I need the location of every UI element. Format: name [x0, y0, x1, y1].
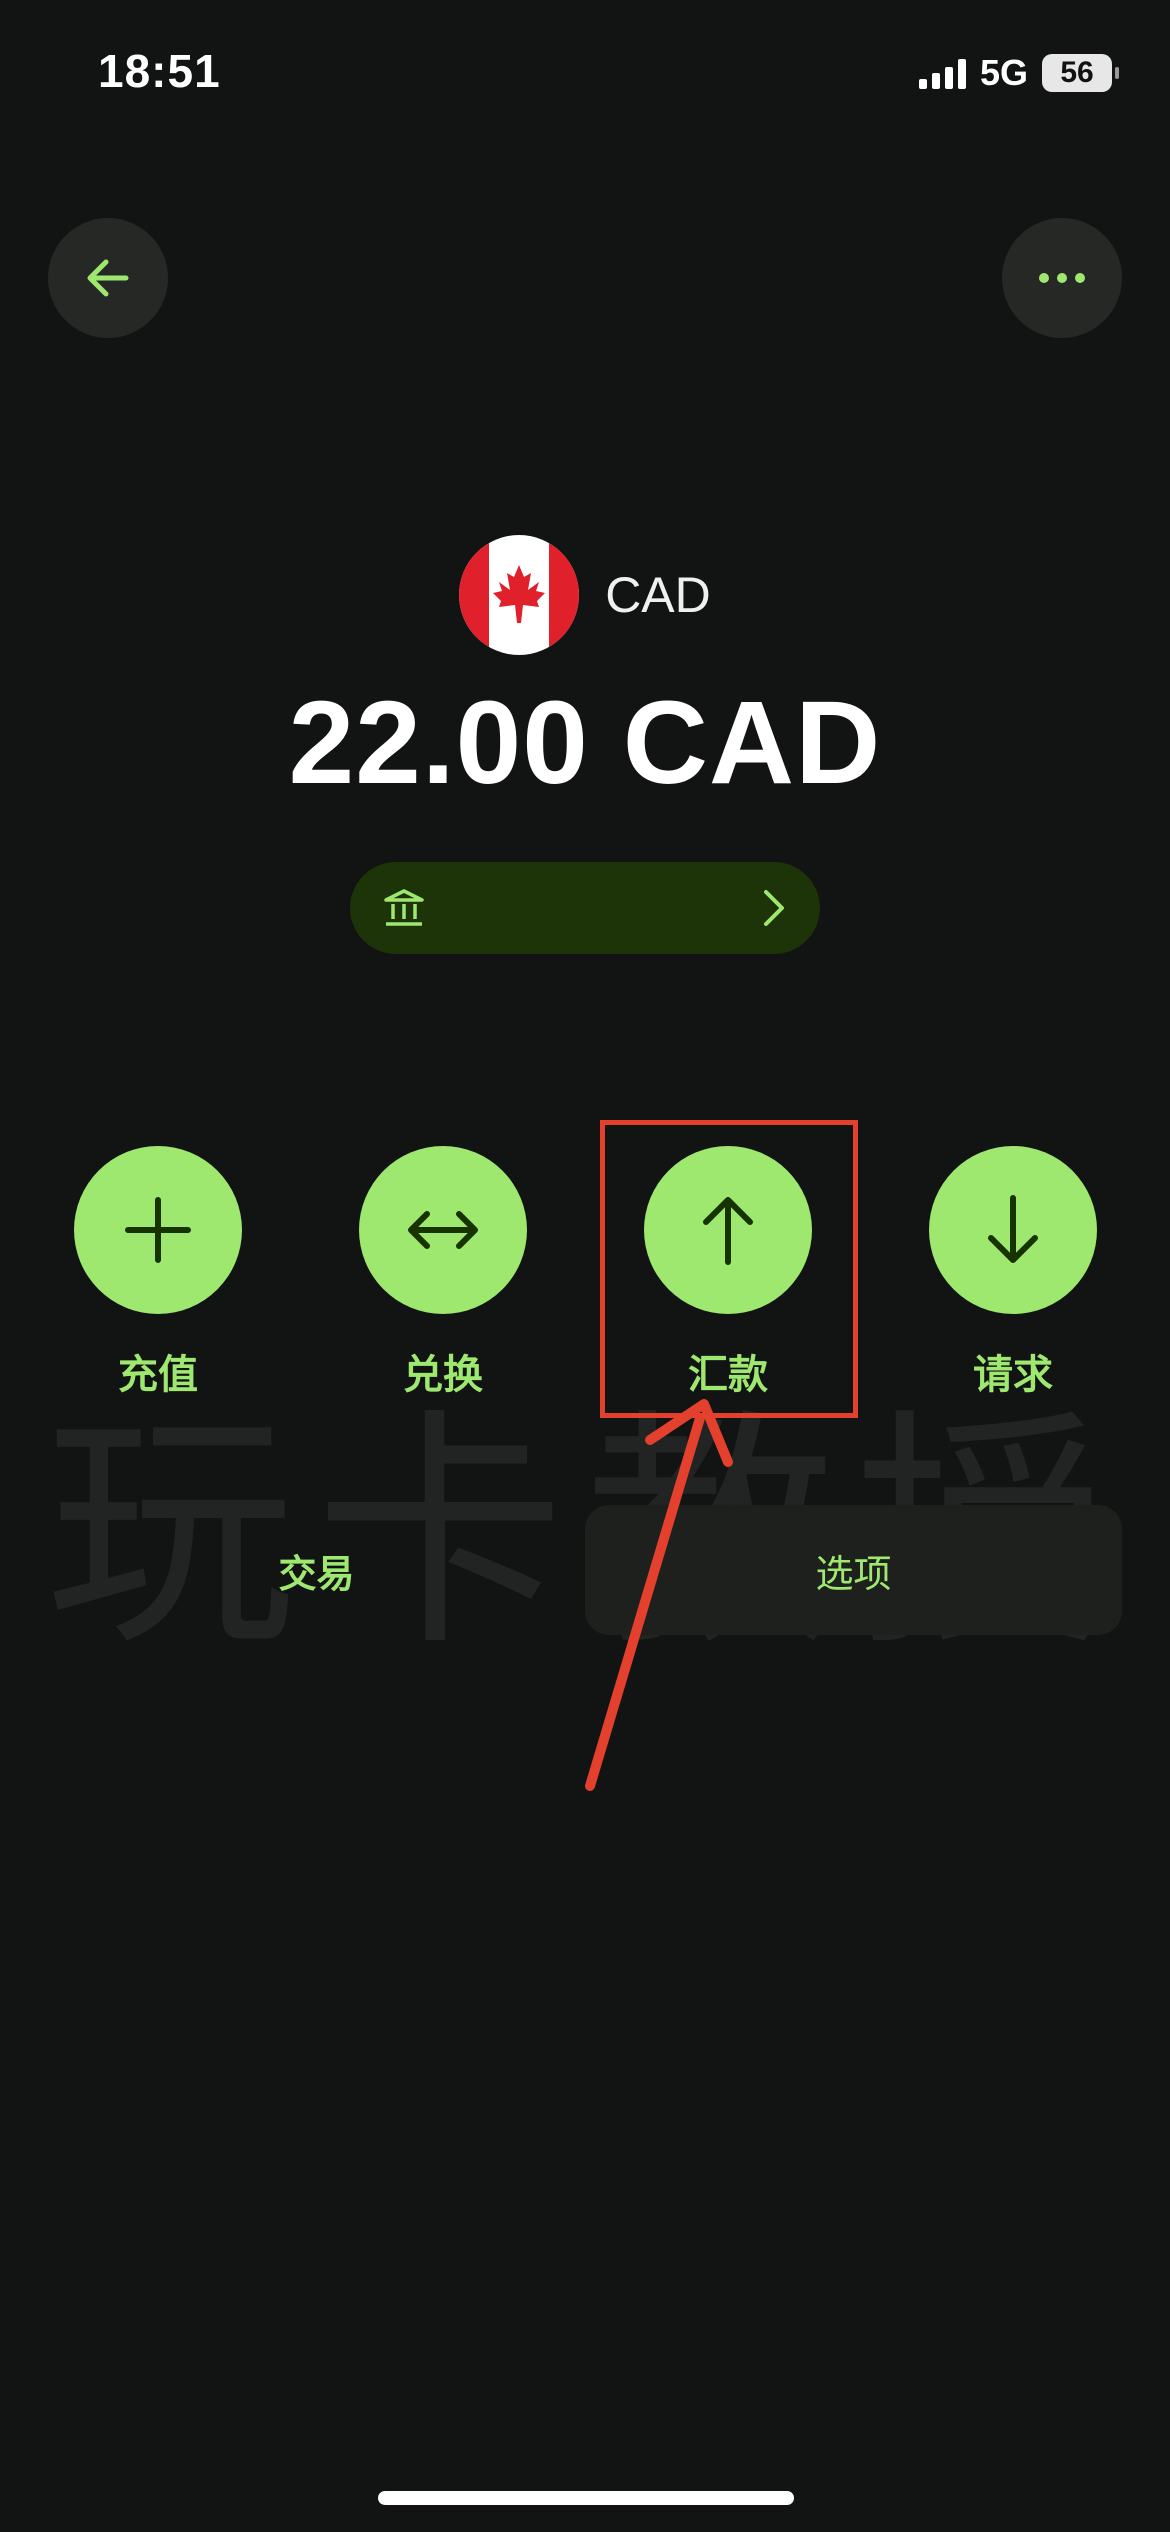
convert-button[interactable]: [359, 1146, 527, 1314]
back-button[interactable]: [48, 218, 168, 338]
battery-level: 56: [1060, 56, 1094, 89]
arrow-left-icon: [87, 259, 129, 297]
request-label: 请求: [973, 1353, 1053, 1397]
status-time: 18:51: [98, 45, 221, 97]
currency-code: CAD: [605, 567, 711, 623]
convert-action[interactable]: 兑换: [358, 1146, 528, 1400]
top-up-action[interactable]: 充值: [73, 1146, 243, 1400]
arrow-down-icon: [988, 1195, 1038, 1263]
top-up-button[interactable]: [74, 1146, 242, 1314]
top-up-label: 充值: [118, 1353, 198, 1397]
plus-icon: [125, 1197, 191, 1263]
annotation-highlight-box: [600, 1120, 858, 1418]
battery-icon: 56: [1042, 54, 1119, 92]
currency-header: CAD: [0, 535, 1170, 655]
request-button[interactable]: [929, 1146, 1097, 1314]
bank-icon: [384, 889, 424, 926]
chevron-right-icon: [764, 890, 784, 926]
status-indicators: 5G 56: [918, 52, 1119, 94]
convert-label: 兑换: [403, 1353, 483, 1397]
more-horizontal-icon: [1039, 273, 1085, 283]
balance-amount: 22.00 CAD: [288, 677, 882, 809]
tab-options[interactable]: 选项: [585, 1505, 1122, 1635]
signal-icon: [918, 57, 966, 89]
swap-horizontal-icon: [408, 1211, 478, 1249]
bank-details-button[interactable]: [350, 862, 820, 954]
more-options-button[interactable]: [1002, 218, 1122, 338]
tab-transactions[interactable]: 交易: [48, 1505, 585, 1635]
tab-bar: 交易 选项: [48, 1505, 1122, 1635]
home-indicator[interactable]: [378, 2491, 794, 2505]
network-type: 5G: [979, 52, 1028, 93]
request-action[interactable]: 请求: [928, 1146, 1098, 1400]
canada-flag-icon: [459, 535, 580, 655]
